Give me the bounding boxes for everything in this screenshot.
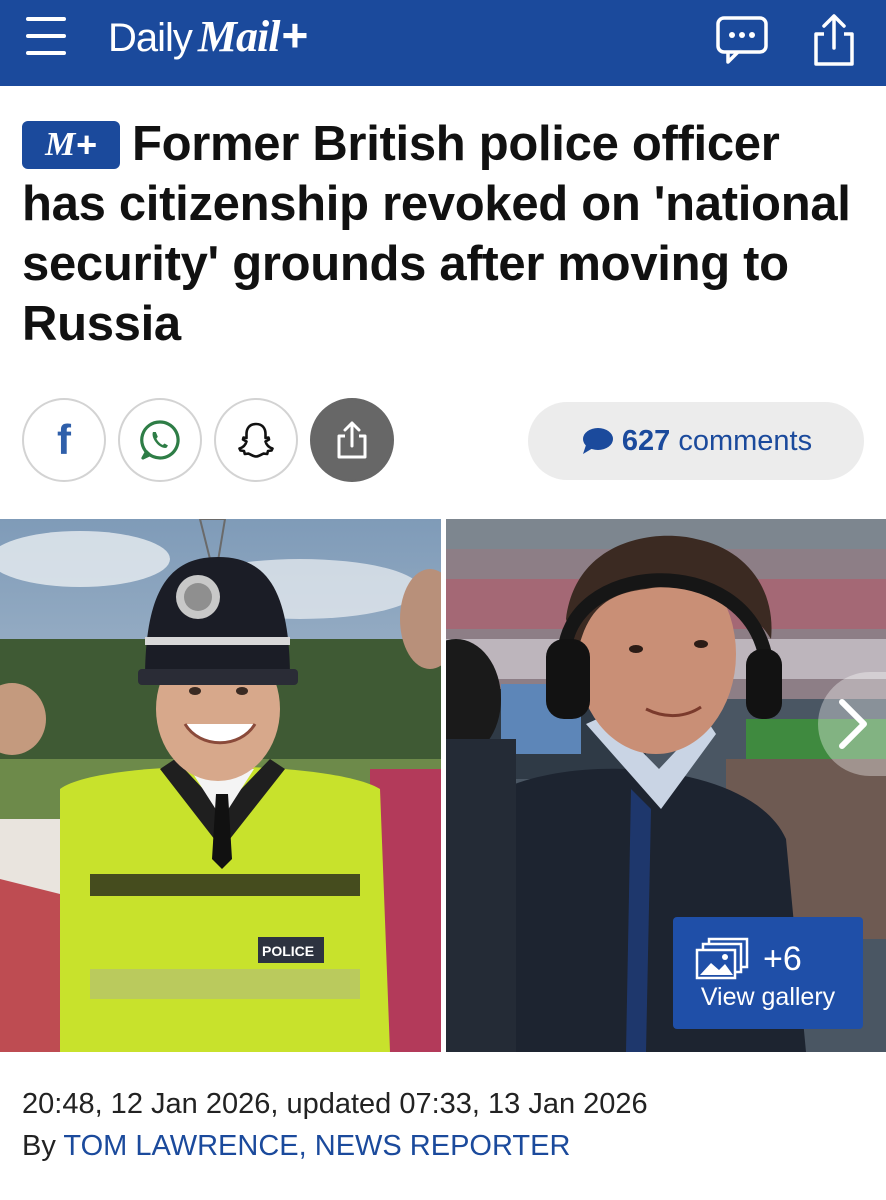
comments-button[interactable]: 627 comments [528,402,864,480]
comments-count: 627 [621,424,671,457]
whatsapp-share-button[interactable] [118,398,202,482]
image-gallery-icon [695,937,749,980]
comments-word: comments [678,424,813,457]
share-icon [337,421,367,459]
headline-text: Former British police officer has citize… [22,117,851,351]
facebook-icon: f [57,416,71,463]
article-timestamp: 20:48, 12 Jan 2026, updated 07:33, 13 Ja… [22,1088,648,1120]
logo-daily-text: Daily [108,16,193,60]
byline-author-link[interactable]: TOM LAWRENCE, NEWS REPORTER [63,1130,570,1162]
snapchat-share-button[interactable] [214,398,298,482]
article-headline: M + Former British police officer has citi… [22,114,864,354]
mail-plus-badge: M + [22,121,120,169]
police-badge-text: POLICE [262,943,314,959]
view-gallery-label: View gallery [700,983,836,1011]
snapchat-icon [238,422,274,458]
share-more-button[interactable] [310,398,394,482]
comment-bubble-icon [582,428,613,454]
badge-m-text: M [45,126,76,163]
daily-mail-plus-logo[interactable]: Daily Mail + [108,8,308,68]
top-navigation-bar: Daily Mail + [0,0,886,86]
facebook-share-button[interactable]: f [22,398,106,482]
badge-plus-text: + [76,124,97,165]
chevron-right-icon [839,699,867,749]
share-icon[interactable] [806,12,862,68]
chat-bubble-icon[interactable] [714,12,770,68]
whatsapp-icon [140,420,180,460]
byline-prefix: By [22,1130,56,1162]
photo-police-officer[interactable]: POLICE [0,519,441,1052]
comments-label: 627 comments [622,425,812,458]
logo-plus-text: + [281,9,309,61]
hamburger-menu-icon[interactable] [22,14,70,58]
gallery-extra-count: +6 [763,939,802,978]
view-gallery-button[interactable]: +6 View gallery [673,917,863,1029]
logo-mail-text: Mail [197,12,281,61]
article-byline: By TOM LAWRENCE, NEWS REPORTER [22,1130,570,1163]
